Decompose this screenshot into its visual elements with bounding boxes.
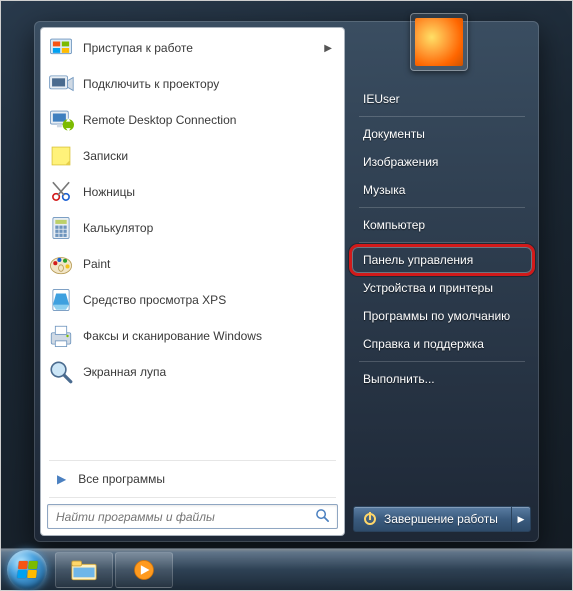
submenu-arrow-icon: ▶: [324, 43, 338, 54]
user-avatar-frame[interactable]: [410, 13, 468, 71]
projector-icon: [47, 70, 75, 98]
taskbar-pinned-explorer[interactable]: [55, 552, 113, 588]
user-avatar: [415, 18, 463, 66]
snipping-icon: [47, 178, 75, 206]
right-item-items_sys-3[interactable]: Справка и поддержка: [353, 330, 531, 358]
separator: [359, 242, 525, 243]
program-item-projector[interactable]: Подключить к проектору: [43, 66, 342, 102]
program-item-label: Записки: [83, 149, 338, 163]
program-item-paint[interactable]: Paint: [43, 246, 342, 282]
program-item-rdp[interactable]: Remote Desktop Connection: [43, 102, 342, 138]
program-item-stickynotes[interactable]: Записки: [43, 138, 342, 174]
getting-started-icon: [47, 34, 75, 62]
stickynotes-icon: [47, 142, 75, 170]
shutdown-row: Завершение работы ▶: [353, 506, 531, 532]
right-item-items_top-1[interactable]: Изображения: [353, 148, 531, 176]
right-item-items_mid-0[interactable]: Компьютер: [353, 211, 531, 239]
taskbar[interactable]: [1, 548, 572, 590]
separator: [49, 497, 336, 498]
program-item-label: Приступая к работе: [83, 41, 324, 55]
windows-logo-icon: [17, 561, 38, 578]
all-programs-label: Все программы: [78, 472, 165, 486]
desktop: Приступая к работе▶Подключить к проектор…: [0, 0, 573, 591]
program-item-xps[interactable]: Средство просмотра XPS: [43, 282, 342, 318]
rdp-icon: [47, 106, 75, 134]
separator: [359, 207, 525, 208]
program-item-calculator[interactable]: Калькулятор: [43, 210, 342, 246]
all-programs-button[interactable]: ▶ Все программы: [43, 463, 342, 495]
program-item-label: Подключить к проектору: [83, 77, 338, 91]
start-menu: Приступая к работе▶Подключить к проектор…: [34, 21, 539, 542]
shutdown-button[interactable]: Завершение работы: [353, 506, 511, 532]
program-item-label: Средство просмотра XPS: [83, 293, 338, 307]
program-item-label: Paint: [83, 257, 338, 271]
right-item-items_top-2[interactable]: Музыка: [353, 176, 531, 204]
paint-icon: [47, 250, 75, 278]
shutdown-options-button[interactable]: ▶: [511, 506, 531, 532]
search-input[interactable]: [52, 510, 312, 524]
magnifier-icon: [47, 358, 75, 386]
program-item-magnifier[interactable]: Экранная лупа: [43, 354, 342, 390]
right-item-items_bot-0[interactable]: Выполнить...: [353, 365, 531, 393]
right-item-items_sys-2[interactable]: Программы по умолчанию: [353, 302, 531, 330]
start-menu-left-pane: Приступая к работе▶Подключить к проектор…: [40, 27, 345, 536]
search-box[interactable]: [47, 504, 338, 529]
program-item-fax[interactable]: Факсы и сканирование Windows: [43, 318, 342, 354]
calculator-icon: [47, 214, 75, 242]
separator: [49, 460, 336, 461]
search-row: [43, 500, 342, 533]
right-list: IEUser ДокументыИзображенияМузыка Компьюте…: [353, 85, 531, 502]
fax-icon: [47, 322, 75, 350]
program-item-label: Факсы и сканирование Windows: [83, 329, 338, 343]
separator: [359, 361, 525, 362]
start-button[interactable]: [7, 550, 47, 590]
shutdown-label: Завершение работы: [384, 512, 498, 526]
separator: [359, 116, 525, 117]
program-item-label: Ножницы: [83, 185, 338, 199]
program-item-snipping[interactable]: Ножницы: [43, 174, 342, 210]
start-menu-right-pane: IEUser ДокументыИзображенияМузыка Компьюте…: [345, 27, 533, 536]
search-icon[interactable]: [312, 508, 333, 526]
program-item-getting-started[interactable]: Приступая к работе▶: [43, 30, 342, 66]
program-item-label: Калькулятор: [83, 221, 338, 235]
power-icon: [364, 513, 376, 525]
highlight-ring: [349, 244, 535, 276]
arrow-right-icon: ▶: [57, 472, 66, 486]
right-item-items_sys-1[interactable]: Устройства и принтеры: [353, 274, 531, 302]
program-item-label: Remote Desktop Connection: [83, 113, 338, 127]
right-item-user[interactable]: IEUser: [353, 85, 531, 113]
program-item-label: Экранная лупа: [83, 365, 338, 379]
taskbar-pinned-media-player[interactable]: [115, 552, 173, 588]
right-item-items_top-0[interactable]: Документы: [353, 120, 531, 148]
right-item-items_sys-0[interactable]: Панель управления: [353, 246, 531, 274]
program-list: Приступая к работе▶ Подключить к проектор…: [43, 30, 342, 458]
xps-icon: [47, 286, 75, 314]
